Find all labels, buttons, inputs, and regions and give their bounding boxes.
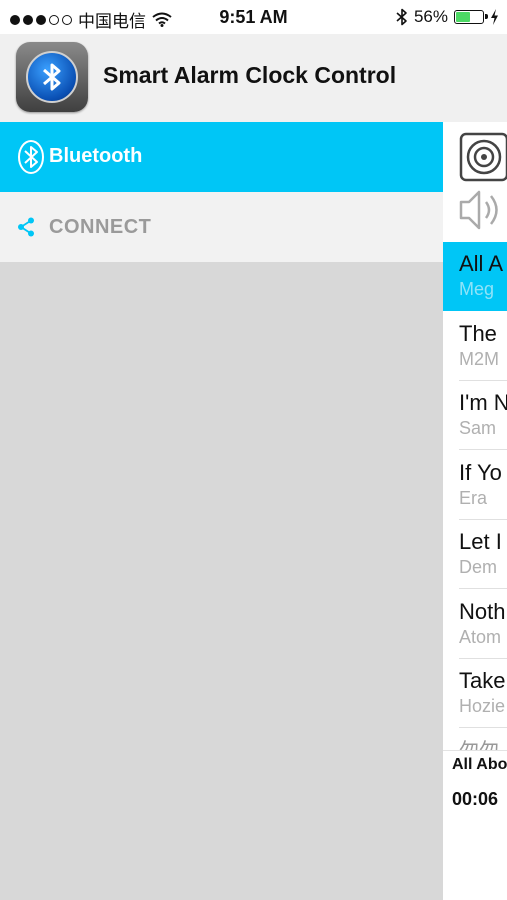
track-row[interactable]: The M2M bbox=[443, 311, 507, 381]
now-playing-title: All Abo bbox=[452, 756, 507, 773]
charging-icon bbox=[491, 9, 498, 25]
track-title: Noth bbox=[459, 598, 506, 624]
track-row[interactable]: If Yo Era bbox=[443, 450, 507, 520]
track-title: I'm N bbox=[459, 390, 507, 415]
battery-percent: 56% bbox=[413, 7, 448, 26]
track-row[interactable]: All A Meg bbox=[443, 242, 507, 311]
bluetooth-status-icon bbox=[396, 8, 407, 26]
bluetooth-menu-item[interactable]: Bluetooth bbox=[0, 122, 443, 192]
elapsed-time: 00:06 bbox=[452, 789, 499, 809]
track-artist: Era bbox=[459, 487, 488, 508]
now-playing-bar[interactable]: All Abo 00:06 bbox=[443, 750, 507, 900]
bluetooth-icon bbox=[18, 140, 44, 174]
connect-label: CONNECT bbox=[49, 216, 152, 238]
volume-icon[interactable] bbox=[459, 188, 507, 232]
app-title: Smart Alarm Clock Control bbox=[103, 62, 397, 88]
track-title: Take bbox=[459, 668, 506, 693]
status-right-group: 56% bbox=[396, 7, 499, 27]
track-row[interactable]: Let I Dem bbox=[443, 520, 507, 589]
navigation-drawer: Bluetooth CONNECT bbox=[0, 122, 443, 900]
connect-menu-item[interactable]: CONNECT bbox=[0, 192, 443, 262]
row-divider bbox=[459, 727, 507, 728]
share-icon bbox=[18, 217, 34, 237]
track-title: Let I bbox=[459, 529, 502, 554]
track-artist: Hozie bbox=[459, 696, 506, 716]
status-bar: 中国电信 9:51 AM 56% bbox=[0, 0, 507, 34]
track-artist: Sam bbox=[459, 418, 497, 438]
bluetooth-label: Bluetooth bbox=[49, 145, 143, 167]
speaker-device-icon[interactable] bbox=[459, 132, 507, 184]
track-title: All A bbox=[459, 251, 504, 276]
track-artist: Dem bbox=[459, 557, 498, 577]
track-title: If Yo bbox=[459, 459, 502, 485]
player-panel: All A Meg The M2M I'm N Sam If Yo Era Let I Dem No… bbox=[443, 122, 507, 900]
track-title: The bbox=[459, 320, 497, 346]
bluetooth-app-icon[interactable] bbox=[16, 42, 88, 112]
app-header: Smart Alarm Clock Control bbox=[0, 34, 507, 122]
track-row[interactable]: I'm N Sam bbox=[443, 381, 507, 450]
track-artist: Atom bbox=[459, 626, 502, 647]
player-toolbar bbox=[443, 122, 507, 242]
battery-icon bbox=[454, 10, 488, 24]
track-row[interactable]: Take Hozie bbox=[443, 659, 507, 728]
track-artist: Meg bbox=[459, 279, 495, 299]
track-artist: M2M bbox=[459, 348, 499, 369]
track-row[interactable]: Noth Atom bbox=[443, 589, 507, 659]
